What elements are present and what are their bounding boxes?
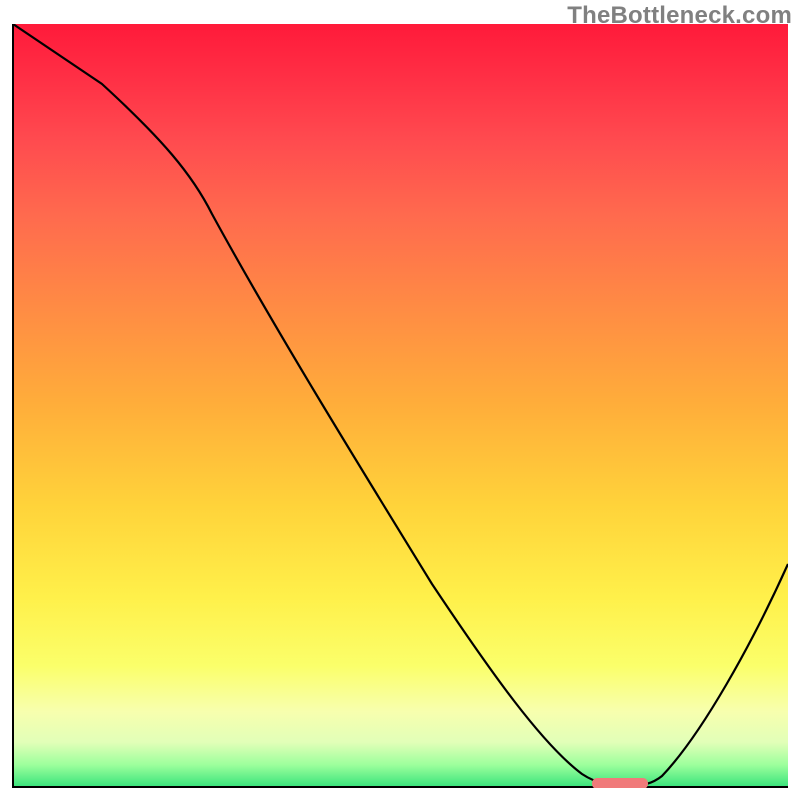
- plot-area: [12, 24, 788, 788]
- gradient-background: [12, 24, 788, 788]
- chart-container: TheBottleneck.com: [0, 0, 800, 800]
